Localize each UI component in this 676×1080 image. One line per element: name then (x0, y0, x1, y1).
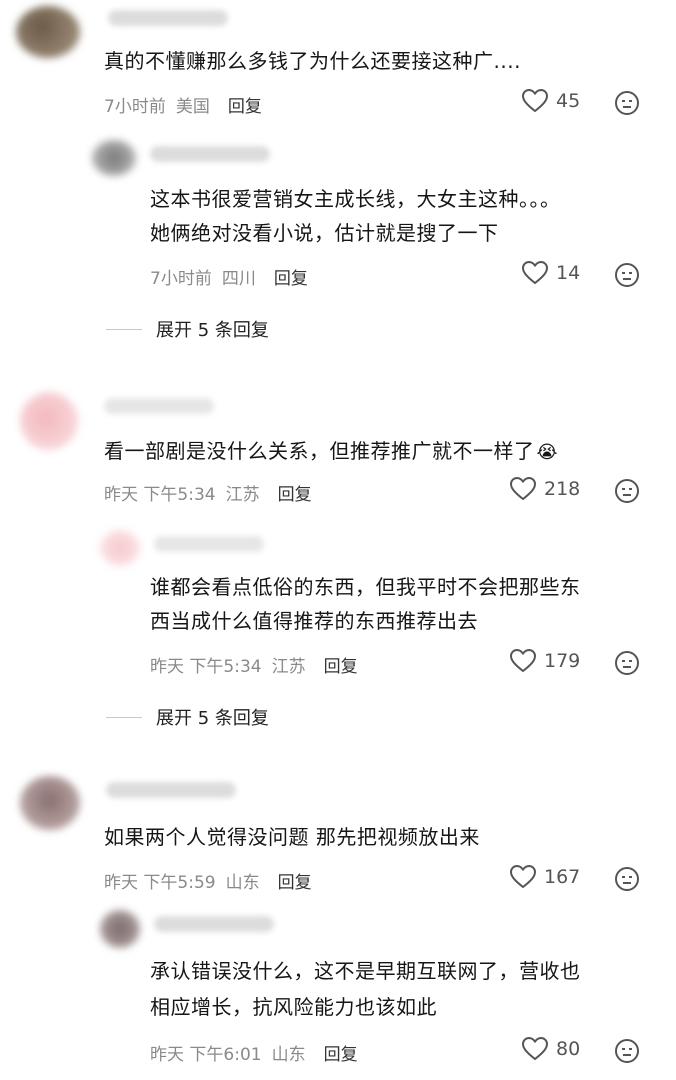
comment-location: 美国 (175, 97, 210, 117)
expand-replies-button[interactable]: 展开 5 条回复 (106, 316, 269, 342)
like-count: 80 (556, 1038, 581, 1060)
like-button[interactable]: 45 (522, 89, 580, 113)
username[interactable] (108, 10, 228, 26)
avatar[interactable] (100, 910, 140, 948)
like-button[interactable]: 179 (510, 649, 580, 673)
like-button[interactable]: 218 (510, 477, 580, 501)
like-button[interactable]: 167 (510, 865, 580, 889)
like-count: 218 (544, 478, 581, 500)
heart-icon (522, 261, 548, 285)
avatar[interactable] (16, 6, 80, 58)
comment-meta: 7小时前 美国 回复 (104, 92, 262, 117)
like-count: 14 (556, 262, 581, 284)
comment-location: 四川 (221, 269, 256, 289)
like-button[interactable]: 80 (522, 1037, 580, 1061)
like-count: 45 (556, 90, 581, 112)
avatar[interactable] (92, 140, 136, 176)
avatar[interactable] (20, 392, 78, 450)
reply-button[interactable]: 回复 (278, 873, 312, 893)
comment-time: 昨天 下午5:34 (104, 485, 216, 505)
username[interactable] (154, 536, 264, 552)
heart-icon (510, 477, 536, 501)
comment-time: 昨天 下午5:34 (150, 657, 262, 677)
crying-emoji-icon: 😭 (536, 442, 559, 463)
comment-location: 江苏 (271, 657, 306, 677)
comment-text: 她俩绝对没看小说，估计就是搜了一下 (150, 221, 499, 245)
comment-text: 看一部剧是没什么关系，但推荐推广就不一样了 😭 (104, 439, 559, 463)
reply-button[interactable]: 回复 (274, 269, 308, 289)
comment-meta: 昨天 下午6:01 山东 回复 (150, 1040, 358, 1065)
comment-text: 承认错误没什么，这不是早期互联网了，营收也 (150, 959, 581, 983)
comment-text: 西当成什么值得推荐的东西推荐出去 (150, 609, 478, 633)
username[interactable] (154, 916, 274, 932)
comment-location: 山东 (225, 873, 260, 893)
avatar[interactable] (100, 530, 140, 566)
comment-location: 山东 (271, 1045, 306, 1065)
comment-location: 江苏 (225, 485, 260, 505)
dislike-icon[interactable] (614, 90, 640, 116)
divider-line (106, 328, 142, 330)
comment-time: 昨天 下午6:01 (150, 1045, 262, 1065)
comment-text: 这本书很爱营销女主成长线，大女主这种。。。 (150, 187, 561, 211)
expand-replies-label: 展开 5 条回复 (156, 320, 269, 341)
reply-button[interactable]: 回复 (228, 97, 262, 117)
heart-icon (522, 1037, 548, 1061)
comment-text: 谁都会看点低俗的东西，但我平时不会把那些东 (150, 575, 581, 599)
reply-button[interactable]: 回复 (278, 485, 312, 505)
comment-meta: 昨天 下午5:59 山东 回复 (104, 868, 312, 893)
dislike-icon[interactable] (614, 866, 640, 892)
comment-text: 相应增长，抗风险能力也该如此 (150, 995, 437, 1019)
dislike-icon[interactable] (614, 1038, 640, 1064)
heart-icon (510, 649, 536, 673)
username[interactable] (106, 782, 236, 798)
comment-time: 7小时前 (104, 97, 166, 117)
comment-text: 真的不懂赚那么多钱了为什么还要接这种广.... (104, 49, 521, 73)
comment-meta: 昨天 下午5:34 江苏 回复 (150, 652, 358, 677)
divider-line (106, 716, 142, 718)
dislike-icon[interactable] (614, 650, 640, 676)
expand-replies-button[interactable]: 展开 5 条回复 (106, 704, 269, 730)
like-count: 167 (544, 866, 581, 888)
avatar[interactable] (20, 776, 80, 830)
username[interactable] (104, 398, 214, 414)
dislike-icon[interactable] (614, 478, 640, 504)
comment-text: 如果两个人觉得没问题 那先把视频放出来 (104, 825, 480, 849)
dislike-icon[interactable] (614, 262, 640, 288)
expand-replies-label: 展开 5 条回复 (156, 708, 269, 729)
reply-button[interactable]: 回复 (324, 1045, 358, 1065)
comment-time: 昨天 下午5:59 (104, 873, 216, 893)
comment-meta: 7小时前 四川 回复 (150, 264, 308, 289)
comment-time: 7小时前 (150, 269, 212, 289)
like-button[interactable]: 14 (522, 261, 580, 285)
reply-button[interactable]: 回复 (324, 657, 358, 677)
heart-icon (522, 89, 548, 113)
like-count: 179 (544, 650, 581, 672)
comment-meta: 昨天 下午5:34 江苏 回复 (104, 480, 312, 505)
username[interactable] (150, 146, 270, 162)
heart-icon (510, 865, 536, 889)
